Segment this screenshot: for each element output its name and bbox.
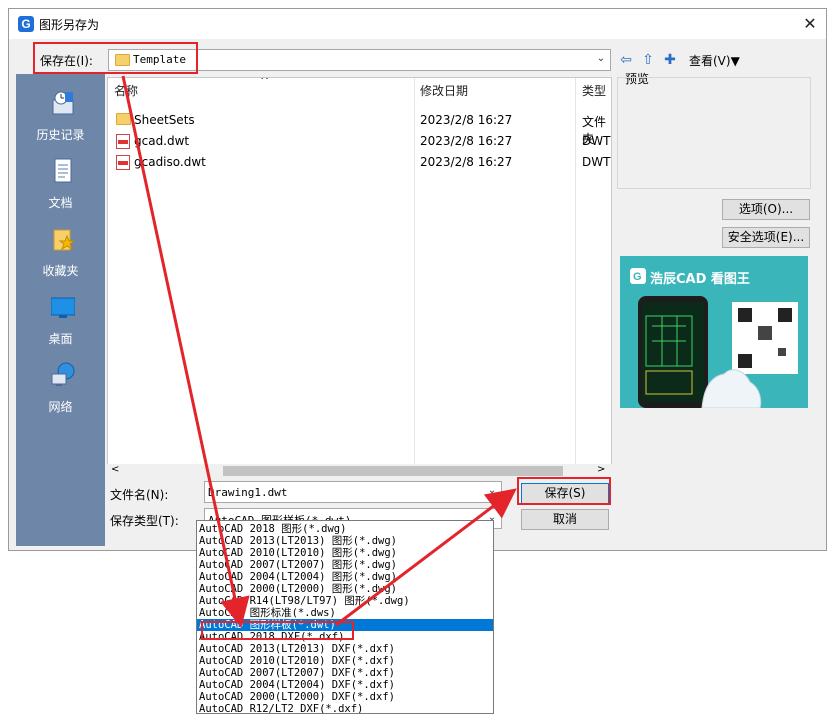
annotation-arrows bbox=[121, 75, 517, 628]
annotation-arrow-down bbox=[121, 75, 250, 628]
annotation-arrow-up bbox=[335, 488, 517, 627]
